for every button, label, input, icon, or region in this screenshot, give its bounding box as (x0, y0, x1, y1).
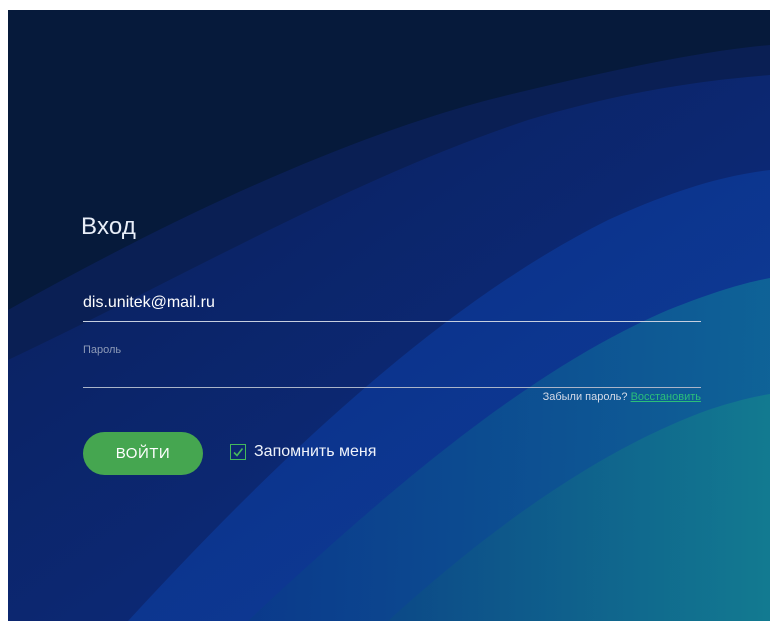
remember-me-label: Запомнить меня (254, 443, 377, 460)
remember-me-checkbox[interactable] (230, 444, 246, 460)
email-value: dis.unitek@mail.ru (83, 294, 215, 311)
restore-password-link[interactable]: Восстановить (631, 391, 701, 403)
page-frame: Вход dis.unitek@mail.ru Пароль Забыли па… (0, 0, 779, 623)
page-title: Вход (81, 213, 137, 240)
password-placeholder: Пароль (83, 344, 122, 356)
login-panel: Вход dis.unitek@mail.ru Пароль Забыли па… (8, 10, 770, 621)
forgot-password-text: Забыли пароль? (542, 391, 628, 403)
forgot-password-row: Забыли пароль? Восстановить (458, 391, 701, 403)
checkmark-icon (233, 448, 244, 457)
login-button[interactable]: ВОЙТИ (83, 432, 203, 475)
email-field[interactable]: dis.unitek@mail.ru (83, 292, 701, 322)
remember-me-toggle[interactable]: Запомнить меня (230, 443, 376, 461)
password-field[interactable]: Пароль (83, 342, 701, 388)
